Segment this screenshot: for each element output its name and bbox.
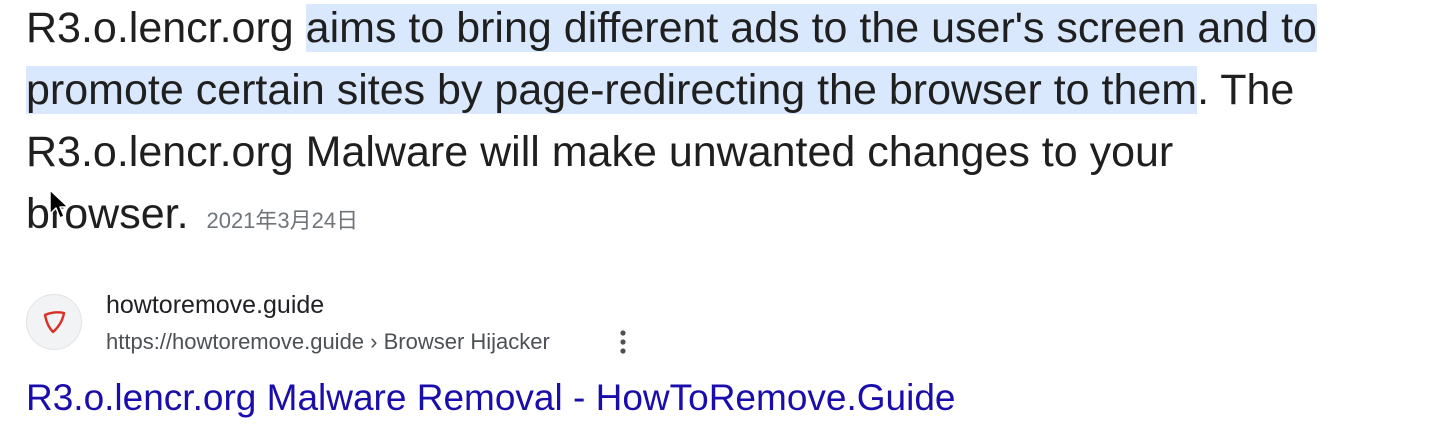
site-favicon	[26, 294, 82, 350]
site-url-breadcrumb[interactable]: https://howtoremove.guide › Browser Hija…	[106, 328, 550, 356]
search-result-source[interactable]: howtoremove.guide https://howtoremove.gu…	[26, 290, 726, 360]
site-name[interactable]: howtoremove.guide	[106, 290, 324, 320]
snippet-date: 2021年3月24日	[206, 208, 359, 233]
snippet-lead: R3.o.lencr.org	[26, 4, 306, 52]
mouse-pointer-icon	[49, 189, 69, 219]
red-shield-icon	[43, 311, 66, 334]
featured-snippet-text: R3.o.lencr.org aims to bring different a…	[26, 0, 1326, 252]
result-title-link[interactable]: R3.o.lencr.org Malware Removal - HowToRe…	[26, 374, 955, 422]
more-options-icon[interactable]	[616, 328, 630, 356]
